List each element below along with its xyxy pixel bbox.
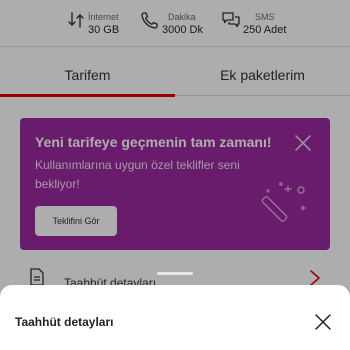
tariff-screen: İnternet 30 GB Dakika 3000 Dk SMS 250 Ad… [0,0,350,350]
sheet-drag-handle[interactable] [157,272,193,275]
sheet-title: Taahhüt detayları [15,315,114,329]
close-icon[interactable] [313,312,333,332]
bottom-sheet: Taahhüt detayları [0,285,350,350]
